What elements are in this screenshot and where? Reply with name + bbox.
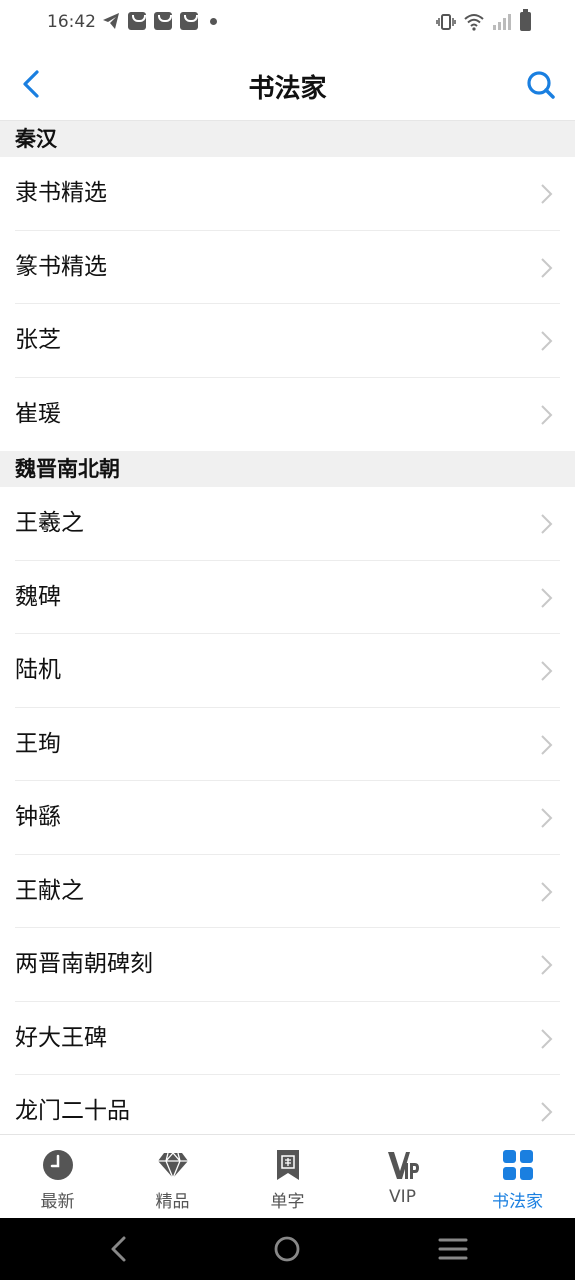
clock-icon (42, 1150, 73, 1180)
tab-label: 精品 (155, 1192, 190, 1212)
signal-icon (493, 13, 511, 30)
section-header-weijin: 魏晋南北朝 (0, 451, 575, 487)
more-notifications-icon (210, 17, 217, 25)
tab-label: 最新 (40, 1192, 75, 1212)
chevron-right-icon (541, 184, 553, 204)
battery-icon (520, 9, 531, 31)
chevron-right-icon (541, 1102, 553, 1122)
list-item-label: 陆机 (15, 657, 61, 683)
list-item-label: 魏碑 (15, 583, 61, 610)
search-icon (527, 71, 555, 99)
tab-label: VIP (389, 1187, 416, 1207)
chevron-right-icon (541, 514, 553, 534)
page-title: 书法家 (248, 74, 327, 104)
list-item[interactable]: 魏碑 (0, 560, 575, 634)
list-item-label: 两晋南朝碑刻 (15, 951, 153, 977)
system-home-icon[interactable] (271, 1233, 303, 1265)
diamond-icon (157, 1152, 188, 1179)
chevron-right-icon (541, 257, 553, 278)
chevron-right-icon (541, 661, 553, 681)
list-item-label: 王珣 (15, 730, 61, 757)
vibrate-icon (436, 13, 456, 30)
tab-label: 单字 (270, 1192, 305, 1212)
shopping-bag-icon (154, 12, 172, 30)
list-item[interactable]: 崔瑗 (0, 377, 575, 451)
system-icons (436, 9, 531, 31)
chevron-right-icon (541, 587, 553, 608)
shopping-bag-icon (180, 12, 198, 30)
list-item[interactable]: 王珣 (0, 707, 575, 781)
tab-premium[interactable]: 精品 (115, 1135, 230, 1218)
list-item-label: 崔瑗 (15, 400, 61, 427)
chevron-right-icon (541, 734, 553, 755)
telegram-icon (103, 13, 119, 29)
status-time: 16:42 (47, 12, 96, 32)
chevron-right-icon (541, 955, 553, 975)
list-item[interactable]: 陆机 (0, 634, 575, 708)
system-back-icon[interactable] (104, 1233, 136, 1265)
tab-calligraphers[interactable]: 书法家 (460, 1135, 575, 1218)
section-header-qinhan: 秦汉 (0, 121, 575, 157)
list-item-label: 钟繇 (15, 804, 61, 830)
system-menu-icon[interactable] (437, 1233, 469, 1265)
chevron-right-icon (541, 1028, 553, 1049)
list-item[interactable]: 隶书精选 (0, 157, 575, 231)
system-nav-bar (0, 1218, 575, 1280)
tab-vip[interactable]: VIP (345, 1135, 460, 1218)
list-item[interactable]: 钟繇 (0, 781, 575, 855)
list-item-label: 篆书精选 (15, 253, 107, 280)
list-item[interactable]: 篆书精选 (0, 230, 575, 304)
chevron-right-icon (541, 331, 553, 351)
chevron-right-icon (541, 808, 553, 828)
list-item[interactable]: 好大王碑 (0, 1001, 575, 1075)
list-item-label: 张芝 (15, 327, 61, 353)
list-item[interactable]: 张芝 (0, 304, 575, 378)
list-item[interactable]: 龙门二十品 (0, 1075, 575, 1134)
bottom-tab-bar: 最新 精品 单字 VIP 书法家 (0, 1134, 575, 1218)
chevron-right-icon (541, 881, 553, 902)
status-bar: 16:42 (0, 0, 575, 48)
list-item-label: 隶书精选 (15, 180, 107, 206)
list-item-label: 好大王碑 (15, 1024, 107, 1051)
list-item-label: 王羲之 (15, 510, 84, 536)
notification-icons (102, 12, 217, 30)
chevron-right-icon (541, 404, 553, 425)
calligrapher-list[interactable]: 秦汉 隶书精选 篆书精选 张芝 崔瑗 魏晋南北朝 王羲之 魏碑 陆机 王珣 钟繇… (0, 121, 575, 1134)
list-item-label: 龙门二十品 (15, 1098, 130, 1124)
tab-label: 书法家 (492, 1192, 543, 1212)
search-button[interactable] (521, 65, 561, 105)
list-item-label: 王献之 (15, 877, 84, 904)
wifi-icon (464, 13, 484, 31)
vip-icon (387, 1152, 419, 1179)
bookmark-seal-icon (276, 1150, 299, 1180)
tab-single-char[interactable]: 单字 (230, 1135, 345, 1218)
list-item[interactable]: 王献之 (0, 854, 575, 928)
grid-icon (502, 1150, 533, 1180)
list-item[interactable]: 王羲之 (0, 487, 575, 561)
list-item[interactable]: 两晋南朝碑刻 (0, 928, 575, 1002)
shopping-bag-icon (128, 12, 146, 30)
tab-latest[interactable]: 最新 (0, 1135, 115, 1218)
nav-bar: 书法家 (0, 48, 575, 121)
